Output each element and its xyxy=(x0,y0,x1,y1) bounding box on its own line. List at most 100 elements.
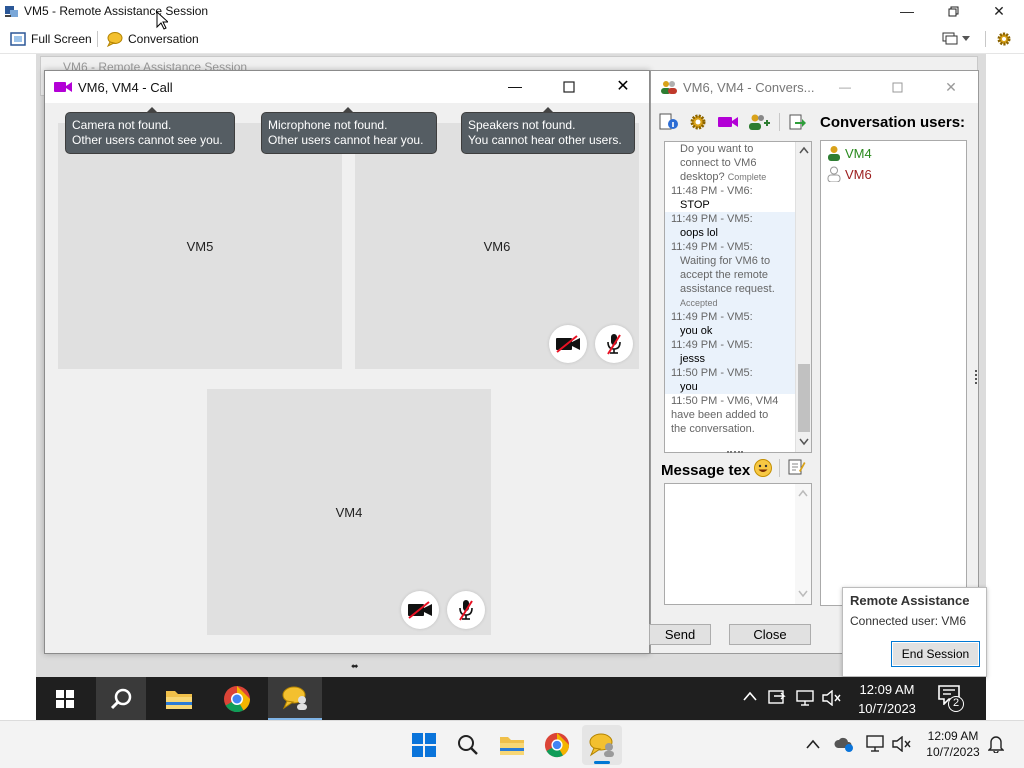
chat-scrollbar[interactable] xyxy=(795,142,811,452)
chevron-up-icon[interactable] xyxy=(806,739,820,749)
network-icon[interactable] xyxy=(796,690,814,706)
chevron-down-icon xyxy=(962,36,970,41)
user-icon xyxy=(827,166,841,182)
chat-status: Complete xyxy=(727,172,767,182)
remote-notifications-button[interactable]: 2 xyxy=(938,685,968,713)
full-screen-button[interactable]: Full Screen xyxy=(10,29,92,49)
speakers-not-found-tooltip: Speakers not found. You cannot hear othe… xyxy=(461,107,635,154)
settings-gear-icon[interactable] xyxy=(688,113,708,131)
chat-status: Accepted xyxy=(680,298,718,308)
folder-icon xyxy=(500,737,524,755)
chat-line: desktop? Complete xyxy=(665,170,796,184)
end-session-button[interactable]: End Session xyxy=(891,641,980,667)
user-item-vm6[interactable]: VM6 xyxy=(827,166,872,182)
host-titlebar: VM5 - Remote Assistance Session — ✕ xyxy=(0,0,1024,24)
message-scrollbar[interactable] xyxy=(795,484,811,604)
call-minimize-button[interactable]: — xyxy=(503,75,527,99)
minimize-button[interactable]: — xyxy=(884,0,930,24)
edit-note-icon[interactable] xyxy=(788,458,806,476)
start-button[interactable] xyxy=(404,725,444,765)
message-input[interactable] xyxy=(664,483,812,605)
conversation-window-title: VM6, VM4 - Convers... xyxy=(683,80,815,95)
vm6-camera-off-button[interactable] xyxy=(549,325,587,363)
chat-line: Do you want to xyxy=(680,143,754,155)
remote-clock[interactable]: 12:09 AM 10/7/2023 xyxy=(850,680,924,718)
host-date: 10/7/2023 xyxy=(926,745,980,759)
notification-bell-icon[interactable] xyxy=(988,735,1004,753)
vm4-mic-off-button[interactable] xyxy=(447,591,485,629)
host-taskbar: 12:09 AM 10/7/2023 xyxy=(0,720,1024,768)
network-icon[interactable] xyxy=(866,735,886,753)
remote-chrome-button[interactable] xyxy=(212,677,262,720)
conversation-icon xyxy=(106,32,123,47)
volume-muted-icon[interactable] xyxy=(822,690,842,706)
tile-label-vm6: VM6 xyxy=(483,239,511,254)
onedrive-icon[interactable] xyxy=(834,736,854,752)
remote-search-button[interactable] xyxy=(96,677,146,720)
monitor-icon xyxy=(942,32,958,45)
camera-off-icon xyxy=(408,601,432,619)
chevron-down-icon[interactable] xyxy=(798,590,808,598)
chat-system-line: 11:50 PM - VM6, VM4 xyxy=(671,395,779,407)
conversation-users-heading: Conversation users: xyxy=(820,114,966,131)
chat-header: 11:49 PM - VM5: xyxy=(671,339,753,351)
remote-assistance-popup: Remote Assistance Connected user: VM6 En… xyxy=(842,587,987,677)
video-call-icon[interactable] xyxy=(717,115,739,129)
chat-header: 11:50 PM - VM5: xyxy=(671,367,753,379)
remote-assistance-taskbar-button[interactable] xyxy=(268,677,322,720)
remote-assistance-tray-icon[interactable] xyxy=(768,689,788,707)
chrome-icon xyxy=(224,685,251,712)
chevron-up-icon[interactable] xyxy=(798,489,808,497)
conversation-label: Conversation xyxy=(128,32,199,46)
conv-maximize-button[interactable] xyxy=(885,77,909,97)
chat-log[interactable]: Do you want to connect to VM6 desktop? C… xyxy=(664,141,812,453)
remote-assistance-app-button[interactable] xyxy=(582,725,622,765)
splitter-grip[interactable] xyxy=(975,370,978,384)
user-name: VM4 xyxy=(845,145,872,161)
mouse-cursor-icon xyxy=(156,11,168,30)
call-close-button[interactable]: ✕ xyxy=(611,75,635,99)
close-conversation-button[interactable]: Close xyxy=(729,624,811,645)
conversation-window: VM6, VM4 - Convers... — ✕ Conversation u… xyxy=(649,70,979,654)
call-maximize-button[interactable] xyxy=(557,75,581,99)
display-options-button[interactable] xyxy=(942,31,976,47)
conversation-button[interactable]: Conversation xyxy=(106,29,199,49)
vm6-mic-off-button[interactable] xyxy=(595,325,633,363)
conv-minimize-button[interactable]: — xyxy=(833,77,857,97)
full-screen-label: Full Screen xyxy=(31,32,92,46)
emoticon-icon[interactable] xyxy=(753,458,773,478)
chevron-down-icon[interactable] xyxy=(799,438,809,446)
chat-line: assistance request. xyxy=(680,283,775,295)
notification-count-badge: 2 xyxy=(948,696,964,712)
vm4-camera-off-button[interactable] xyxy=(401,591,439,629)
send-button[interactable]: Send xyxy=(649,624,711,645)
splitter-handle[interactable] xyxy=(727,451,743,455)
remote-start-button[interactable] xyxy=(40,677,90,720)
add-user-icon[interactable] xyxy=(748,113,770,131)
search-icon xyxy=(458,735,478,755)
message-text-label: Message tex xyxy=(661,462,751,479)
chat-text: desktop? xyxy=(680,171,725,183)
info-icon[interactable] xyxy=(659,113,679,131)
maximize-button[interactable] xyxy=(930,0,976,24)
call-window: VM6, VM4 - Call — ✕ VM5 VM6 VM4 Camera n… xyxy=(44,70,650,654)
remote-file-explorer-button[interactable] xyxy=(154,677,204,720)
search-button[interactable] xyxy=(448,725,488,765)
remote-taskbar: 12:09 AM 10/7/2023 2 xyxy=(36,677,986,720)
send-file-icon[interactable] xyxy=(789,113,807,131)
chevron-up-icon[interactable] xyxy=(799,146,809,154)
chat-message: jesss xyxy=(680,353,706,365)
volume-muted-icon[interactable] xyxy=(892,736,912,752)
chrome-button[interactable] xyxy=(537,725,577,765)
conv-close-button[interactable]: ✕ xyxy=(939,77,963,97)
windows-logo-icon xyxy=(412,733,436,757)
close-button[interactable]: ✕ xyxy=(976,0,1022,24)
scrollbar-thumb[interactable] xyxy=(798,364,810,432)
chevron-up-icon[interactable] xyxy=(743,691,757,701)
host-clock[interactable]: 12:09 AM 10/7/2023 xyxy=(920,728,986,760)
chat-header: 11:49 PM - VM5: xyxy=(671,241,753,253)
settings-gear-icon[interactable] xyxy=(996,31,1012,47)
chrome-icon xyxy=(544,732,570,758)
user-item-vm4[interactable]: VM4 xyxy=(827,145,872,161)
file-explorer-button[interactable] xyxy=(492,725,532,765)
